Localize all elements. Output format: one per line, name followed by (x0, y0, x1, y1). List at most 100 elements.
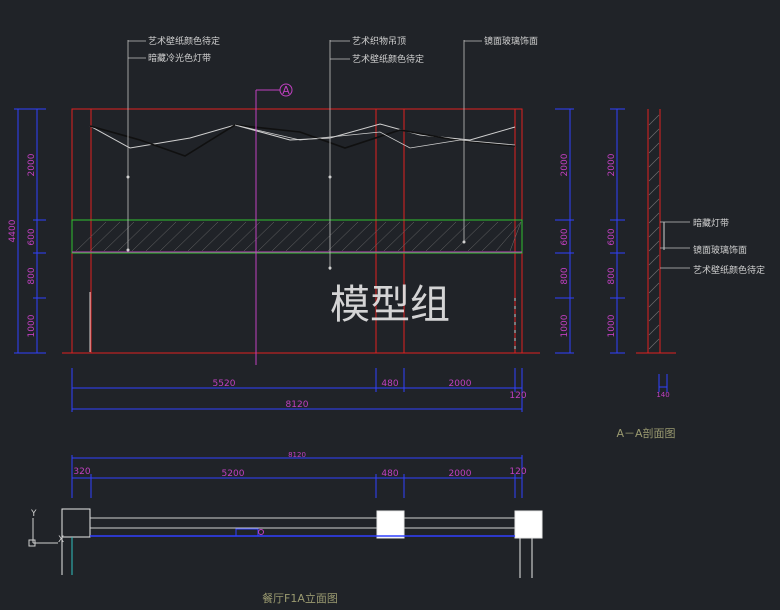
hatch-line (648, 254, 660, 266)
hatch-line (648, 240, 660, 252)
callout-label: 艺术壁纸颜色待定 (148, 35, 220, 47)
dim-label: 2000 (607, 153, 617, 176)
hatch-line (89, 221, 121, 252)
hatch-line (369, 221, 401, 252)
dim-label: 600 (27, 228, 37, 245)
dim-label: 480 (381, 469, 398, 479)
hatch-line (145, 221, 177, 252)
section-callout: 镜面玻璃饰面 (693, 244, 747, 256)
hatch-line (648, 310, 660, 322)
watermark: 模型组 (330, 282, 450, 328)
section-callout: 暗藏灯带 (693, 217, 729, 229)
dim-label: 480 (381, 379, 398, 389)
dim-label: 120 (509, 391, 526, 401)
dim-label: 5520 (213, 379, 236, 389)
hatch-line (383, 221, 415, 252)
dim-total-label: 4400 (8, 219, 18, 242)
plan-column (376, 510, 405, 539)
section-hatch (648, 114, 660, 350)
callout-label: 艺术壁纸颜色待定 (352, 53, 424, 65)
band-hatch (75, 221, 522, 252)
axis-x-label: X (58, 535, 64, 545)
hatch-line (341, 221, 373, 252)
section-marker: A (282, 84, 290, 97)
hatch-line (648, 170, 660, 182)
dim-label: 140 (656, 391, 669, 399)
hatch-line (285, 221, 317, 252)
hatch-line (173, 221, 205, 252)
section-view: 暗藏灯带 镜面玻璃饰面 艺术壁纸颜色待定 2000 600 800 1000 1… (607, 108, 765, 440)
dim-label: 800 (607, 267, 617, 284)
leader-dot (328, 266, 332, 270)
hatch-line (271, 221, 303, 252)
hatch-line (117, 221, 149, 252)
top-callouts: 艺术壁纸颜色待定 暗藏冷光色灯带 艺术织物吊顶 艺术壁纸颜色待定 镜面玻璃饰面 (128, 35, 538, 65)
leader-dot (126, 248, 130, 252)
hatch-line (411, 221, 443, 252)
dim-label: 600 (607, 228, 617, 245)
dim-label: 320 (73, 467, 90, 477)
dim-label: 600 (560, 228, 570, 245)
elevation-caption: 餐厅F1A立面图 (262, 591, 338, 605)
elevation-view: A 艺术壁纸颜色待定 暗藏冷光色灯带 艺术织物吊顶 艺术壁纸颜色待定 镜面玻璃饰… (8, 35, 574, 412)
hatch-line (327, 221, 359, 252)
plan-column (61, 508, 91, 538)
hatch-line (439, 221, 471, 252)
hatch-line (495, 221, 522, 252)
hatch-line (481, 221, 513, 252)
hatch-line (299, 221, 331, 252)
cad-drawing-canvas: A 艺术壁纸颜色待定 暗藏冷光色灯带 艺术织物吊顶 艺术壁纸颜色待定 镜面玻璃饰… (8, 35, 765, 605)
dim-total-label: 8120 (288, 451, 306, 459)
hatch-line (215, 221, 247, 252)
hatch-line (201, 221, 233, 252)
leader-dot (126, 175, 130, 179)
plan-detail (235, 528, 259, 537)
dim-label: 2000 (27, 153, 37, 176)
hatch-line (648, 338, 660, 350)
dim-label: 1000 (560, 314, 570, 337)
dim-label: 120 (509, 467, 526, 477)
hatch-line (159, 221, 191, 252)
callout-label: 艺术织物吊顶 (352, 35, 406, 47)
hatch-line (355, 221, 387, 252)
hatch-line (648, 198, 660, 210)
hatch-line (103, 221, 135, 252)
bottom-dimension-chain: 5520 480 2000 120 8120 (71, 368, 527, 412)
callout-label: 镜面玻璃饰面 (484, 35, 538, 47)
hatch-line (397, 221, 429, 252)
hatch-line (425, 221, 457, 252)
hatch-line (648, 282, 660, 294)
dim-label: 2000 (560, 153, 570, 176)
plan-column (514, 510, 543, 539)
right-dimension-chain: 2000 600 800 1000 (555, 108, 574, 354)
hatch-line (187, 221, 219, 252)
hatch-line (648, 114, 660, 126)
dim-label: 5200 (222, 469, 245, 479)
hatch-line (648, 142, 660, 154)
hatch-line (648, 212, 660, 224)
axis-y-label: Y (30, 509, 37, 519)
dim-label: 2000 (449, 379, 472, 389)
plan-marker (258, 529, 264, 535)
hatch-line (648, 156, 660, 168)
dim-total-label: 8120 (286, 400, 309, 410)
hatch-line (243, 221, 275, 252)
dim-label: 2000 (449, 469, 472, 479)
hatch-line (453, 221, 485, 252)
dim-label: 1000 (607, 314, 617, 337)
leader-dot (328, 175, 332, 179)
hatch-line (313, 221, 345, 252)
elevation-frame (71, 108, 523, 354)
hatch-line (648, 226, 660, 238)
hatch-line (257, 221, 289, 252)
dim-label: 800 (560, 267, 570, 284)
hatch-line (648, 128, 660, 140)
hatch-line (467, 221, 499, 252)
hatch-line (648, 324, 660, 336)
section-caption: A－A剖面图 (616, 426, 675, 440)
mirror-glass-band (71, 219, 523, 254)
fabric-ceiling-line (89, 124, 516, 157)
plan-view: 8120 320 5200 480 2000 120 Y X 餐厅F1A立面图 (28, 451, 543, 605)
hatch-line (648, 296, 660, 308)
hatch-line (648, 184, 660, 196)
